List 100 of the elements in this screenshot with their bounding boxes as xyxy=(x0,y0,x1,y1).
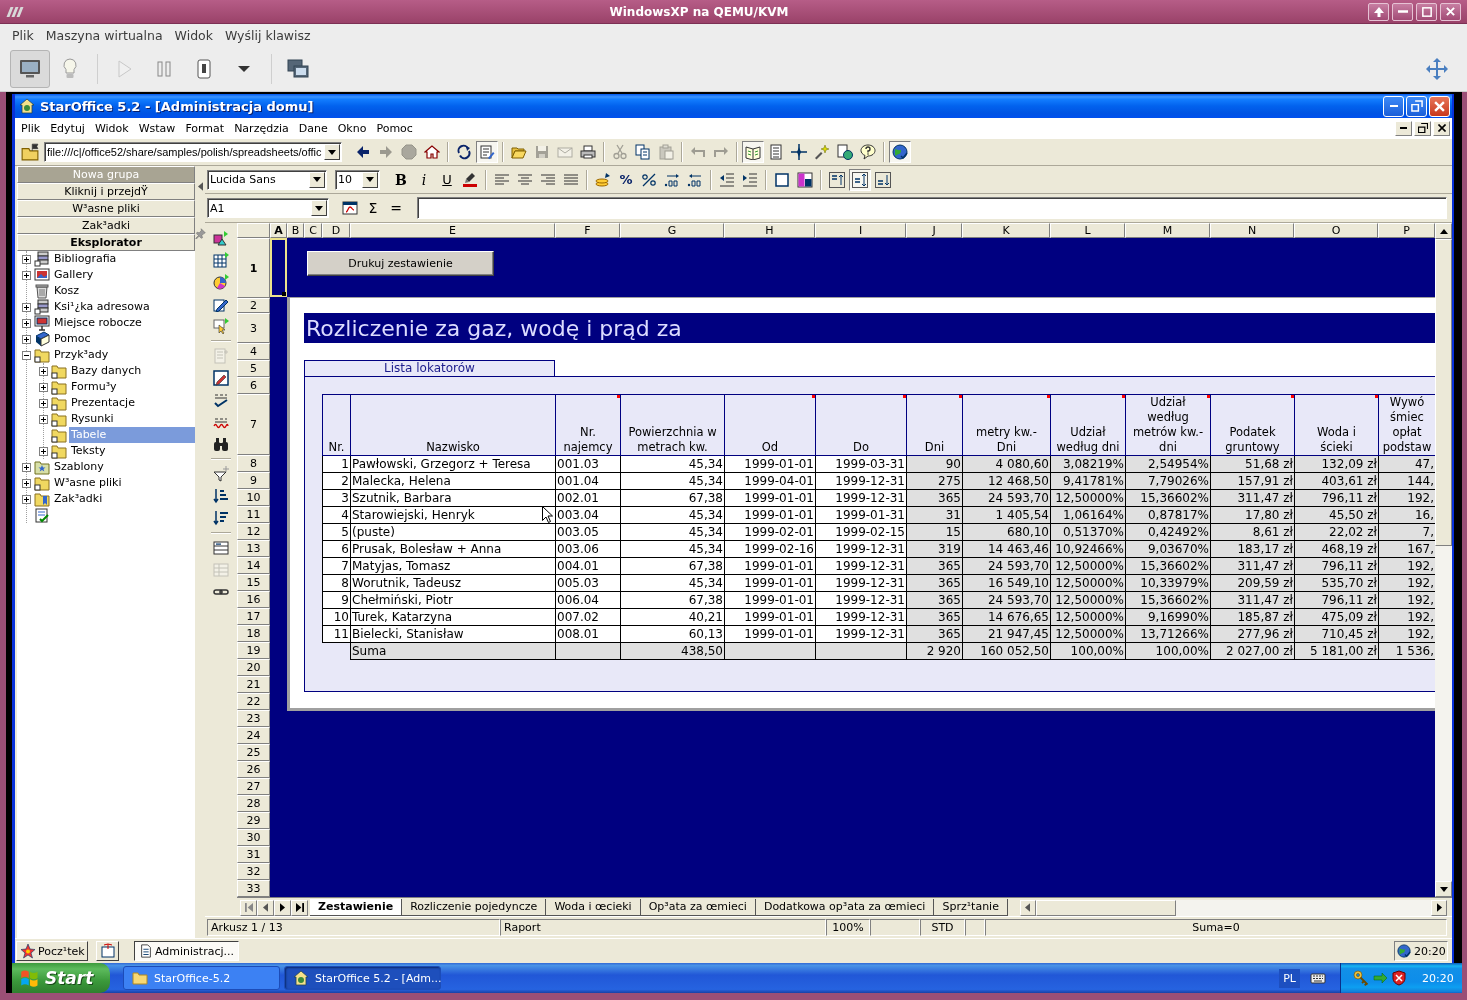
minus-box-icon[interactable] xyxy=(22,350,31,360)
sheet-tab[interactable]: Op³ata za œmieci xyxy=(640,898,756,916)
menu-item[interactable]: Wyślij klawisz xyxy=(219,27,317,43)
group-button[interactable]: Zak³adki xyxy=(17,217,195,234)
column-header[interactable]: H xyxy=(724,223,815,238)
row-header[interactable]: 33 xyxy=(237,880,270,897)
fill-handle[interactable] xyxy=(282,292,286,296)
keep-above-button[interactable] xyxy=(1368,2,1389,21)
language-indicator[interactable]: PL xyxy=(1279,968,1300,988)
row-header[interactable]: 31 xyxy=(237,846,270,863)
document-close-button[interactable] xyxy=(1433,120,1450,136)
row-header[interactable]: 1 xyxy=(237,238,270,298)
taskbar-button[interactable]: StarOffice-5.2 xyxy=(123,966,280,990)
row-header[interactable]: 21 xyxy=(237,676,270,693)
menu-item[interactable]: Dane xyxy=(293,121,333,135)
last-sheet-button[interactable] xyxy=(291,899,308,916)
plus-box-icon[interactable] xyxy=(22,270,31,280)
plus-box-icon[interactable] xyxy=(22,334,31,344)
menu-item[interactable]: Pomoc xyxy=(371,121,418,135)
navigator-button[interactable] xyxy=(742,141,764,163)
row-header[interactable]: 24 xyxy=(237,727,270,744)
help-button[interactable] xyxy=(857,141,879,163)
first-sheet-button[interactable] xyxy=(240,899,257,916)
tree-item[interactable]: Szablony xyxy=(52,459,195,475)
tree-item[interactable]: Prezentacje xyxy=(69,395,195,411)
menu-item[interactable]: Narzędzia xyxy=(229,121,294,135)
row-header[interactable]: 28 xyxy=(237,795,270,812)
row-header[interactable]: 23 xyxy=(237,710,270,727)
display-button[interactable] xyxy=(10,49,50,88)
menu-item[interactable]: Okno xyxy=(332,121,372,135)
row-header[interactable]: 32 xyxy=(237,863,270,880)
menu-item[interactable]: Plik xyxy=(6,27,40,43)
select-all-corner[interactable] xyxy=(237,223,270,238)
row-header[interactable]: 7 xyxy=(237,394,270,455)
group-button[interactable]: W³asne pliki xyxy=(17,200,195,217)
edit-file-button[interactable] xyxy=(476,141,498,163)
scrollbar-thumb[interactable] xyxy=(1035,899,1176,916)
bold-button[interactable]: B xyxy=(390,168,412,191)
menu-item[interactable]: Maszyna wirtualna xyxy=(39,27,169,43)
sheet-tab[interactable]: Rozliczenie pojedyncze xyxy=(402,898,547,916)
menu-item[interactable]: Edytuj xyxy=(45,121,90,135)
start-menu-button[interactable]: Pocz¹tek xyxy=(16,941,88,961)
plus-box-icon[interactable] xyxy=(22,254,31,264)
menu-item[interactable]: Format xyxy=(180,121,230,135)
tree-item[interactable]: Miejsce robocze xyxy=(52,315,195,331)
url-combobox[interactable]: file:///c|/office52/share/samples/polish/spreadsheets/offic xyxy=(44,142,342,162)
column-header[interactable]: I xyxy=(815,223,906,238)
menu-item[interactable]: Widok xyxy=(89,121,134,135)
tree-item[interactable]: Przyk³ady xyxy=(52,347,195,363)
maximize-button[interactable] xyxy=(1416,2,1437,21)
column-header[interactable]: O xyxy=(1294,223,1378,238)
row-header[interactable]: 2 xyxy=(237,298,270,313)
row-header[interactable]: 15 xyxy=(237,574,270,591)
tree-item[interactable]: Pomoc xyxy=(52,331,195,347)
font-size-combobox[interactable]: 10 xyxy=(335,169,380,190)
row-header[interactable]: 29 xyxy=(237,812,270,829)
tree-item[interactable]: W³asne pliki xyxy=(52,475,195,491)
menu-item[interactable]: Widok xyxy=(168,27,219,43)
sheet-tab[interactable]: Zestawienie xyxy=(310,898,403,916)
plus-box-icon[interactable] xyxy=(22,318,31,328)
plus-box-icon[interactable] xyxy=(39,382,48,392)
column-header[interactable]: B xyxy=(287,223,304,238)
name-box[interactable]: A1 xyxy=(207,198,329,218)
plus-box-icon[interactable] xyxy=(39,398,48,408)
column-header[interactable]: F xyxy=(555,223,620,238)
row-header[interactable]: 19 xyxy=(237,642,270,659)
column-header[interactable]: L xyxy=(1050,223,1125,238)
scroll-right-button[interactable] xyxy=(1431,899,1447,916)
row-header[interactable]: 27 xyxy=(237,778,270,795)
column-header[interactable]: J xyxy=(906,223,962,238)
scroll-left-button[interactable] xyxy=(1019,899,1036,916)
column-header[interactable]: G xyxy=(620,223,724,238)
row-header[interactable]: 13 xyxy=(237,540,270,557)
plus-box-icon[interactable] xyxy=(39,446,48,456)
row-header[interactable]: 25 xyxy=(237,744,270,761)
sheet-tab[interactable]: Dodatkowa op³ata za œmieci xyxy=(755,898,935,916)
menu-item[interactable]: Wstaw xyxy=(133,121,181,135)
column-header[interactable]: P xyxy=(1378,223,1435,238)
row-header[interactable]: 6 xyxy=(237,377,270,394)
tree-item[interactable]: Gallery xyxy=(52,267,195,283)
edit-frame-button[interactable] xyxy=(210,367,232,389)
plus-box-icon[interactable] xyxy=(22,302,31,312)
hyperlink-button[interactable] xyxy=(788,141,810,163)
task-button[interactable]: Administracj... xyxy=(134,941,239,961)
plus-box-icon[interactable] xyxy=(22,478,31,488)
tree-item[interactable]: Formu³y xyxy=(69,379,195,395)
percent-button[interactable]: % xyxy=(615,168,637,191)
row-header[interactable]: 16 xyxy=(237,591,270,608)
previous-sheet-button[interactable] xyxy=(257,899,274,916)
checklist-icon[interactable] xyxy=(34,507,50,523)
menu-item[interactable]: Plik xyxy=(16,121,46,135)
scroll-down-button[interactable] xyxy=(1435,881,1452,897)
web-page-button[interactable] xyxy=(834,141,856,163)
online-button[interactable] xyxy=(889,141,911,163)
close-button[interactable] xyxy=(1440,2,1461,21)
plus-box-icon[interactable] xyxy=(22,494,31,504)
tree-item[interactable]: Teksty xyxy=(69,443,195,459)
row-header[interactable]: 26 xyxy=(237,761,270,778)
row-header[interactable]: 9 xyxy=(237,472,270,489)
document-minimize-button[interactable] xyxy=(1395,120,1412,136)
